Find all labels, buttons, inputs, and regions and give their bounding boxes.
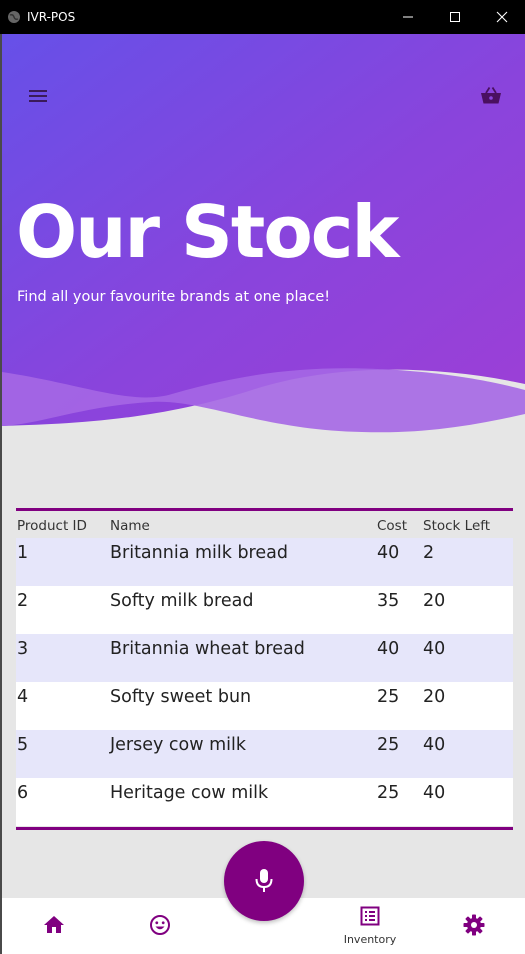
cell-name: Softy sweet bun bbox=[110, 687, 252, 707]
window-titlebar: IVR-POS bbox=[0, 0, 525, 34]
table-row: 6 Heritage cow milk 25 40 bbox=[16, 778, 513, 826]
cell-product-id: 2 bbox=[17, 591, 29, 611]
gear-icon bbox=[463, 914, 485, 936]
smiley-face-icon bbox=[150, 915, 170, 935]
nav-home[interactable] bbox=[42, 913, 66, 954]
nav-inventory[interactable]: Inventory bbox=[330, 904, 410, 954]
window-title: IVR-POS bbox=[27, 10, 76, 24]
cell-name: Softy milk bread bbox=[110, 591, 254, 611]
home-icon bbox=[44, 916, 64, 933]
header-cost: Cost bbox=[377, 518, 408, 534]
cell-stock-left: 40 bbox=[423, 639, 446, 659]
table-header: Product ID Name Cost Stock Left bbox=[16, 511, 513, 538]
cell-product-id: 3 bbox=[17, 639, 29, 659]
header-product-id: Product ID bbox=[17, 518, 87, 534]
cell-name: Britannia milk bread bbox=[110, 543, 288, 563]
table-row: 1 Britannia milk bread 40 2 bbox=[16, 538, 513, 586]
cell-name: Heritage cow milk bbox=[110, 783, 269, 803]
globe-icon bbox=[8, 11, 20, 23]
close-icon bbox=[496, 11, 507, 23]
cell-product-id: 1 bbox=[17, 543, 29, 563]
cell-name: Jersey cow milk bbox=[110, 735, 247, 755]
voice-input-button[interactable] bbox=[224, 841, 304, 921]
hamburger-menu-icon bbox=[29, 90, 47, 102]
cell-product-id: 4 bbox=[17, 687, 29, 707]
cell-product-id: 6 bbox=[17, 783, 29, 803]
table-row: 3 Britannia wheat bread 40 40 bbox=[16, 634, 513, 682]
shopping-basket-icon bbox=[481, 87, 501, 104]
cell-stock-left: 20 bbox=[423, 687, 446, 707]
menu-button[interactable] bbox=[28, 86, 50, 106]
page-title: Our Stock bbox=[16, 190, 399, 274]
close-button[interactable] bbox=[478, 0, 525, 34]
header-stock-left: Stock Left bbox=[423, 518, 491, 534]
cart-button[interactable] bbox=[479, 84, 503, 108]
maximize-button[interactable] bbox=[431, 0, 478, 34]
cell-cost: 25 bbox=[377, 687, 400, 707]
table-bottom-rule bbox=[16, 827, 513, 830]
cell-cost: 35 bbox=[377, 591, 400, 611]
cell-name: Britannia wheat bread bbox=[110, 639, 305, 659]
minimize-icon bbox=[402, 16, 413, 18]
cell-cost: 40 bbox=[377, 543, 400, 563]
nav-settings[interactable] bbox=[462, 913, 486, 954]
nav-inventory-label: Inventory bbox=[343, 933, 397, 946]
maximize-icon bbox=[449, 12, 460, 22]
header-name: Name bbox=[110, 518, 150, 534]
stock-table: Product ID Name Cost Stock Left 1 Britan… bbox=[16, 508, 513, 830]
microphone-icon bbox=[255, 869, 273, 892]
table-row: 5 Jersey cow milk 25 40 bbox=[16, 730, 513, 778]
cell-product-id: 5 bbox=[17, 735, 29, 755]
table-row: 2 Softy milk bread 35 20 bbox=[16, 586, 513, 634]
list-alt-icon bbox=[360, 906, 380, 926]
minimize-button[interactable] bbox=[384, 0, 431, 34]
cell-stock-left: 20 bbox=[423, 591, 446, 611]
cell-cost: 25 bbox=[377, 735, 400, 755]
nav-mood[interactable] bbox=[148, 913, 172, 954]
cell-stock-left: 40 bbox=[423, 735, 446, 755]
cell-cost: 25 bbox=[377, 783, 400, 803]
cell-stock-left: 2 bbox=[423, 543, 435, 563]
cell-cost: 40 bbox=[377, 639, 400, 659]
table-row: 4 Softy sweet bun 25 20 bbox=[16, 682, 513, 730]
cell-stock-left: 40 bbox=[423, 783, 446, 803]
page-subtitle: Find all your favourite brands at one pl… bbox=[17, 289, 331, 305]
